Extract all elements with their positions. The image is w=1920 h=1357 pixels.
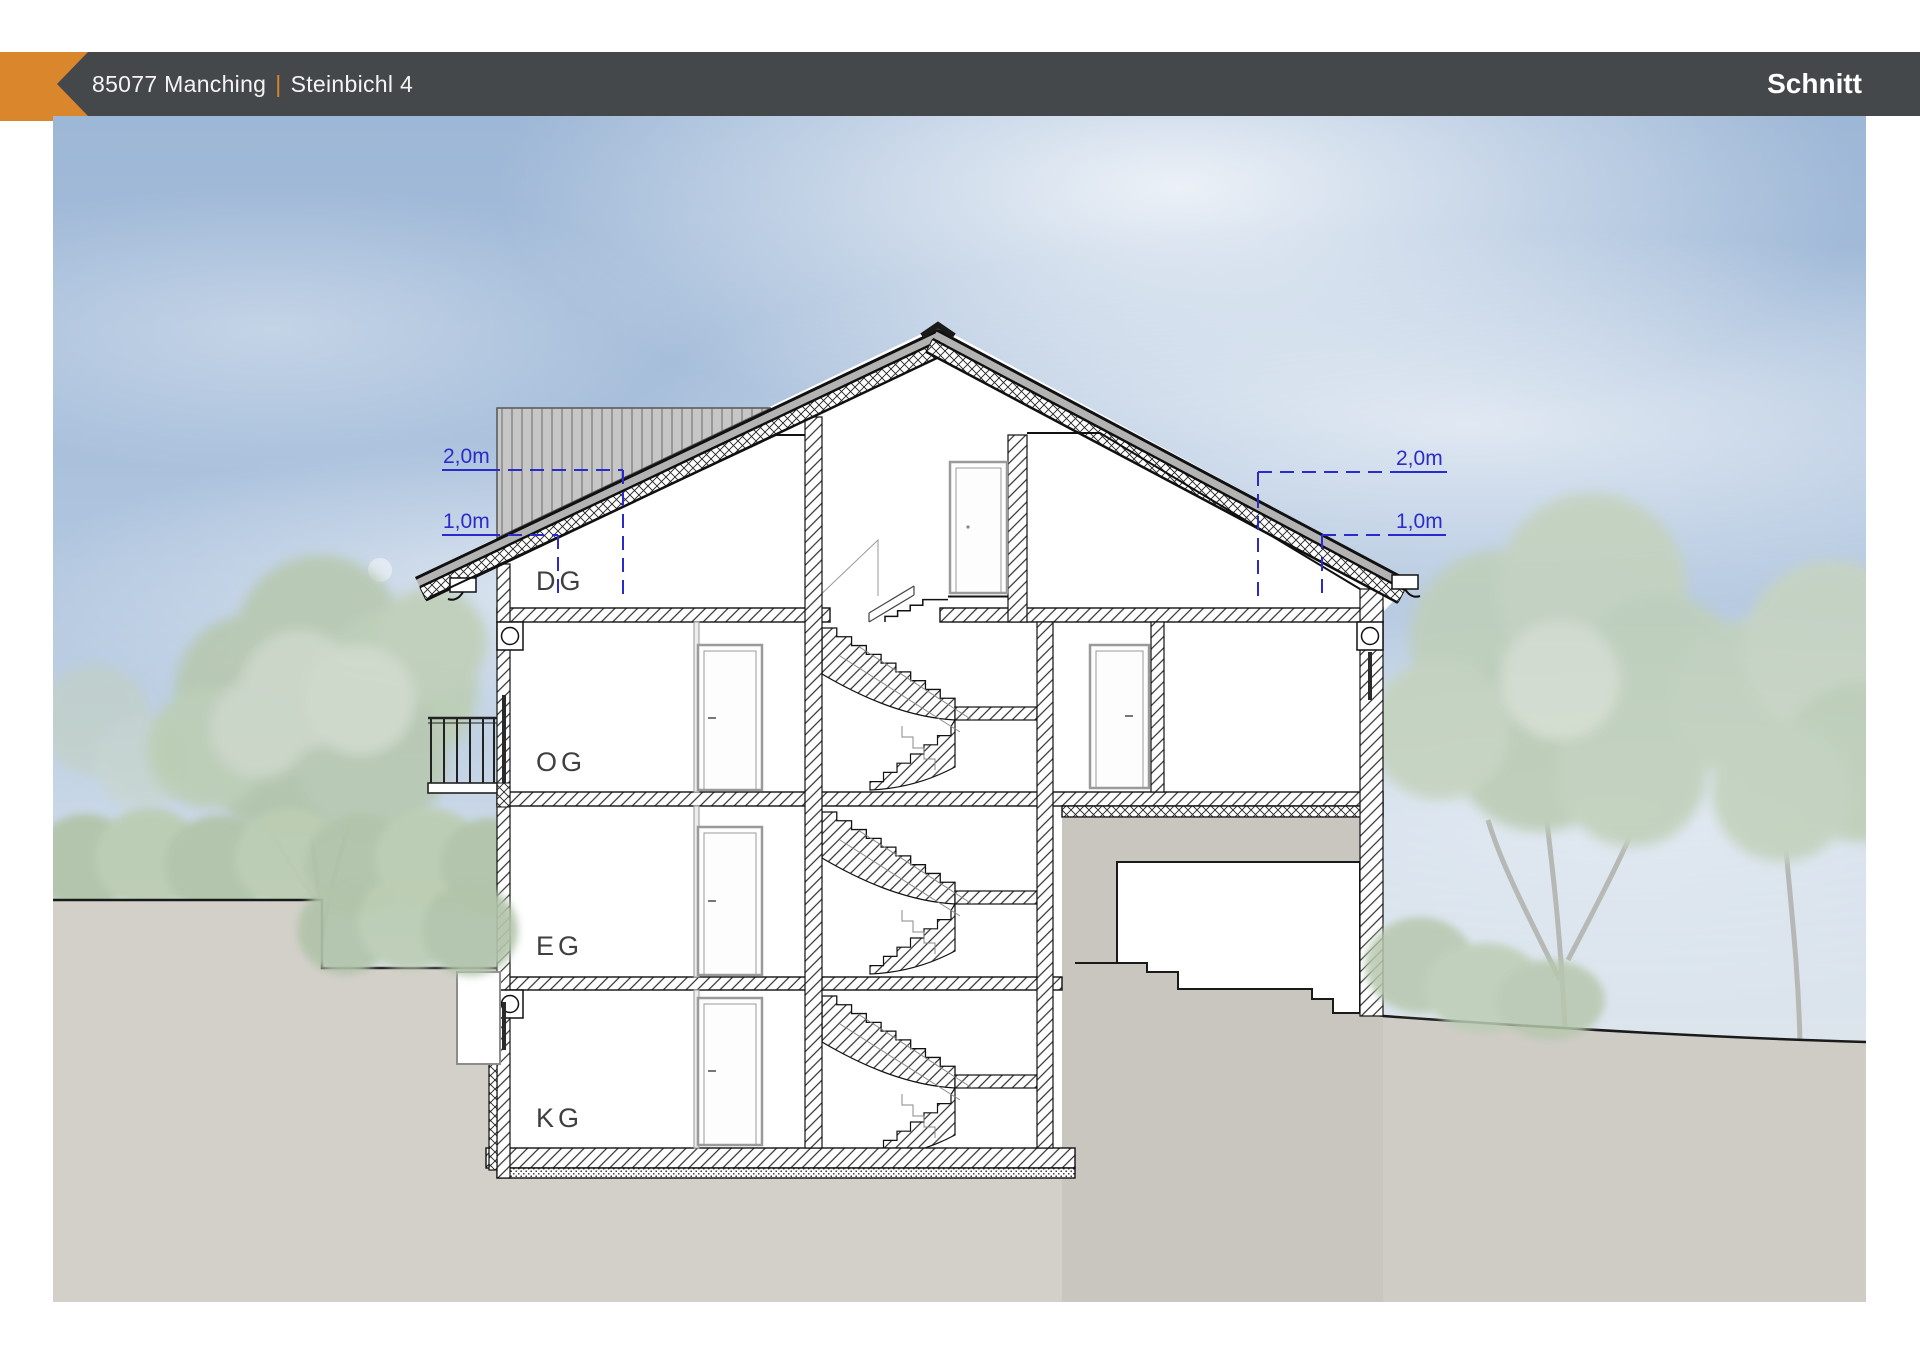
section-drawing: 2,0m 1,0m 2,0m 1,0m DG OG EG KG xyxy=(53,116,1866,1302)
floor-label-dg: DG xyxy=(536,566,585,596)
door-dg-landing xyxy=(950,462,1007,593)
door-kg-left xyxy=(698,998,762,1145)
page-title: Schnitt xyxy=(1767,68,1862,100)
hedge-left-front xyxy=(297,874,518,976)
ground-under-building xyxy=(497,1178,1075,1302)
address-zip-city: 85077 Manching xyxy=(92,71,266,97)
roller-box-right-og xyxy=(1362,628,1379,645)
kg-perimeter-insulation xyxy=(489,1050,497,1170)
roller-box-left-og xyxy=(502,628,519,645)
floor-label-og: OG xyxy=(536,747,586,777)
stair-core-wall-right-dg xyxy=(1008,435,1027,622)
partition-right-og xyxy=(1151,622,1164,792)
header-bar: 85077 Manching|Steinbichl 4 Schnitt xyxy=(0,52,1920,116)
terrain-right xyxy=(1383,1016,1866,1302)
exterior-wall-left xyxy=(497,564,510,1178)
door-og-right xyxy=(1090,645,1149,788)
stair-core-wall-right xyxy=(1037,622,1053,1148)
floor-label-kg: KG xyxy=(536,1103,583,1133)
slide: 85077 Manching|Steinbichl 4 Schnitt xyxy=(0,0,1920,1357)
address-street: Steinbichl 4 xyxy=(291,71,414,97)
dim-right-1m: 1,0m xyxy=(1396,510,1443,533)
dim-right-2m: 2,0m xyxy=(1396,447,1443,470)
door-eg-left xyxy=(698,827,762,975)
gutter-right xyxy=(1392,575,1418,589)
floor-label-eg: EG xyxy=(536,931,583,961)
project-address: 85077 Manching|Steinbichl 4 xyxy=(92,71,413,98)
dim-left-2m: 2,0m xyxy=(443,445,490,468)
dim-left-1m: 1,0m xyxy=(443,510,490,533)
stair-core-wall-left xyxy=(805,417,822,1148)
light-well xyxy=(457,972,500,1064)
door-og-left xyxy=(698,645,762,790)
address-separator: | xyxy=(266,71,290,97)
